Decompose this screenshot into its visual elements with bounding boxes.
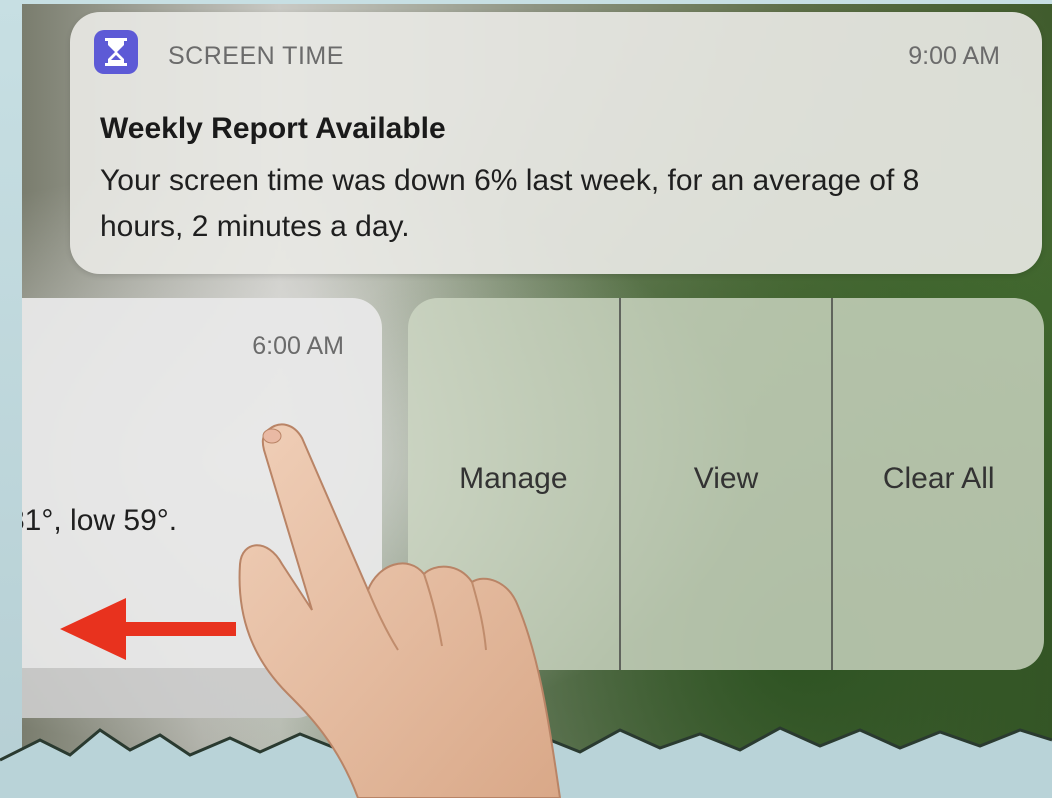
- clear-all-button[interactable]: Clear All: [833, 298, 1044, 670]
- notification-time: 6:00 AM: [252, 332, 344, 360]
- screen-time-app-icon: [94, 30, 138, 74]
- pointing-hand-icon: [238, 423, 562, 798]
- screen-time-notification[interactable]: SCREEN TIME 9:00 AM Weekly Report Availa…: [70, 12, 1042, 274]
- notification-title: Weekly Report Available: [100, 112, 446, 145]
- app-name: SCREEN TIME: [168, 42, 344, 70]
- notification-body: Your screen time was down 6% last week, …: [100, 164, 920, 243]
- hourglass-icon: [105, 38, 127, 66]
- view-button[interactable]: View: [621, 298, 834, 670]
- swipe-left-arrow-icon: [60, 598, 236, 660]
- weather-forecast-text: 81°, low 59°.: [22, 504, 178, 537]
- notification-time: 9:00 AM: [908, 42, 1000, 70]
